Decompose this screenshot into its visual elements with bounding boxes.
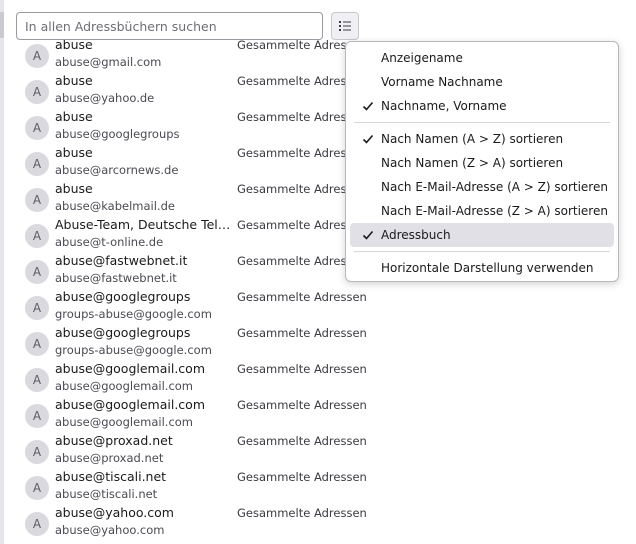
contact-name: abuse@googlemail.com — [55, 361, 205, 376]
address-book-name: Gesammelte Adressen — [237, 506, 367, 520]
list-view-options-button[interactable] — [331, 12, 359, 40]
address-book-name: Gesammelte Adressen — [237, 362, 367, 376]
contact-name: abuse@proxad.net — [55, 433, 173, 448]
contact-email: groups-abuse@google.com — [55, 307, 212, 321]
contact-email: abuse@googlemail.com — [55, 379, 193, 393]
checkmark-icon — [362, 101, 374, 111]
contact-email: abuse@proxad.net — [55, 451, 164, 465]
address-book-name: Gesammelte Adressen — [237, 326, 367, 340]
contact-row[interactable]: Aabuse@googlegroups groups-abuse@google.c… — [0, 288, 636, 324]
contact-name: abuse — [55, 109, 93, 124]
contact-email: abuse@googlegroups — [55, 127, 180, 141]
menu-item[interactable]: Vorname Nachname — [350, 70, 614, 94]
contact-email: abuse@yahoo.de — [55, 91, 155, 105]
menu-item[interactable]: Nach E-Mail-Adresse (Z > A) sortieren — [350, 199, 614, 223]
contact-name: abuse@googlegroups — [55, 289, 191, 304]
contact-email: abuse@t-online.de — [55, 235, 164, 249]
avatar: A — [25, 80, 49, 104]
contact-email: abuse@yahoo.com — [55, 523, 165, 537]
contact-name: abuse — [55, 40, 93, 52]
checkmark-icon — [362, 230, 374, 240]
contact-name: abuse@googlemail.com — [55, 397, 205, 412]
search-input[interactable] — [16, 12, 323, 40]
address-book-name: Gesammelte Adressen — [237, 470, 367, 484]
avatar: A — [25, 512, 49, 536]
contact-name: abuse — [55, 145, 93, 160]
address-book-name: Gesammelte Adressen — [237, 290, 367, 304]
contact-row[interactable]: Aabuse@googlegroups groups-abuse@google.c… — [0, 324, 636, 360]
avatar: A — [25, 404, 49, 428]
menu-item-label: Nach Namen (A > Z) sortieren — [381, 132, 564, 146]
view-options-menu: Anzeigename Vorname Nachname Nachname, Vor… — [345, 41, 619, 282]
menu-item-label: Nach E-Mail-Adresse (A > Z) sortieren — [381, 180, 608, 194]
contact-row[interactable]: Aabuse@googlemail.com abuse@googlemail.co… — [0, 360, 636, 396]
contact-email: abuse@gmail.com — [55, 55, 162, 69]
avatar: A — [25, 332, 49, 356]
contact-row[interactable]: Aabuse@proxad.net abuse@proxad.net Gesamme… — [0, 432, 636, 468]
avatar: A — [25, 152, 49, 176]
avatar: A — [25, 188, 49, 212]
contact-name: abuse@googlegroups — [55, 325, 191, 340]
contact-email: groups-abuse@google.com — [55, 343, 212, 357]
avatar: A — [25, 368, 49, 392]
contact-name: abuse — [55, 73, 93, 88]
menu-separator — [354, 251, 610, 252]
contact-email: abuse@kabelmail.de — [55, 199, 175, 213]
menu-item-label: Nach Namen (Z > A) sortieren — [381, 156, 564, 170]
avatar: A — [25, 260, 49, 284]
avatar: A — [25, 224, 49, 248]
menu-item[interactable]: Nach Namen (A > Z) sortieren — [350, 127, 614, 151]
contact-row[interactable]: Aabuse@yahoo.com abuse@yahoo.com Gesammelt… — [0, 504, 636, 540]
contact-name: Abuse-Team, Deutsche Telekom — [55, 217, 237, 232]
contact-email: abuse@googlemail.com — [55, 415, 193, 429]
contact-name: abuse@yahoo.com — [55, 505, 174, 520]
list-view-options-icon — [339, 21, 351, 31]
contact-name: abuse@tiscali.net — [55, 469, 167, 484]
menu-item-label: Nachname, Vorname — [381, 99, 507, 113]
menu-item[interactable]: Nachname, Vorname — [350, 94, 614, 118]
contact-email: abuse@tiscali.net — [55, 487, 158, 501]
contact-name: abuse@fastwebnet.it — [55, 253, 188, 268]
contact-email: abuse@arcornews.de — [55, 163, 179, 177]
menu-item-label: Vorname Nachname — [381, 75, 503, 89]
menu-item[interactable]: Horizontale Darstellung verwenden — [350, 256, 614, 280]
address-book-name: Gesammelte Adressen — [237, 434, 367, 448]
menu-item-label: Nach E-Mail-Adresse (Z > A) sortieren — [381, 204, 608, 218]
menu-item-label: Adressbuch — [381, 228, 451, 242]
address-book-name: Gesammelte Adressen — [237, 398, 367, 412]
contact-row[interactable]: Aabuse@tiscali.net abuse@tiscali.net Gesam… — [0, 468, 636, 504]
menu-item-label: Anzeigename — [381, 51, 463, 65]
avatar: A — [25, 296, 49, 320]
menu-item[interactable]: Nach Namen (Z > A) sortieren — [350, 151, 614, 175]
contact-name: abuse — [55, 181, 93, 196]
menu-item[interactable]: Anzeigename — [350, 46, 614, 70]
menu-item-label: Horizontale Darstellung verwenden — [381, 261, 594, 275]
avatar: A — [25, 476, 49, 500]
contact-email: abuse@fastwebnet.it — [55, 271, 177, 285]
contact-row[interactable]: Aabuse@googlemail.com abuse@googlemail.co… — [0, 396, 636, 432]
sidebar-selection-marker — [0, 12, 4, 38]
menu-item[interactable]: Nach E-Mail-Adresse (A > Z) sortieren — [350, 175, 614, 199]
avatar: A — [25, 44, 49, 68]
avatar: A — [25, 116, 49, 140]
menu-separator — [354, 122, 610, 123]
checkmark-icon — [362, 134, 374, 144]
avatar: A — [25, 440, 49, 464]
menu-item[interactable]: Adressbuch — [350, 223, 614, 247]
